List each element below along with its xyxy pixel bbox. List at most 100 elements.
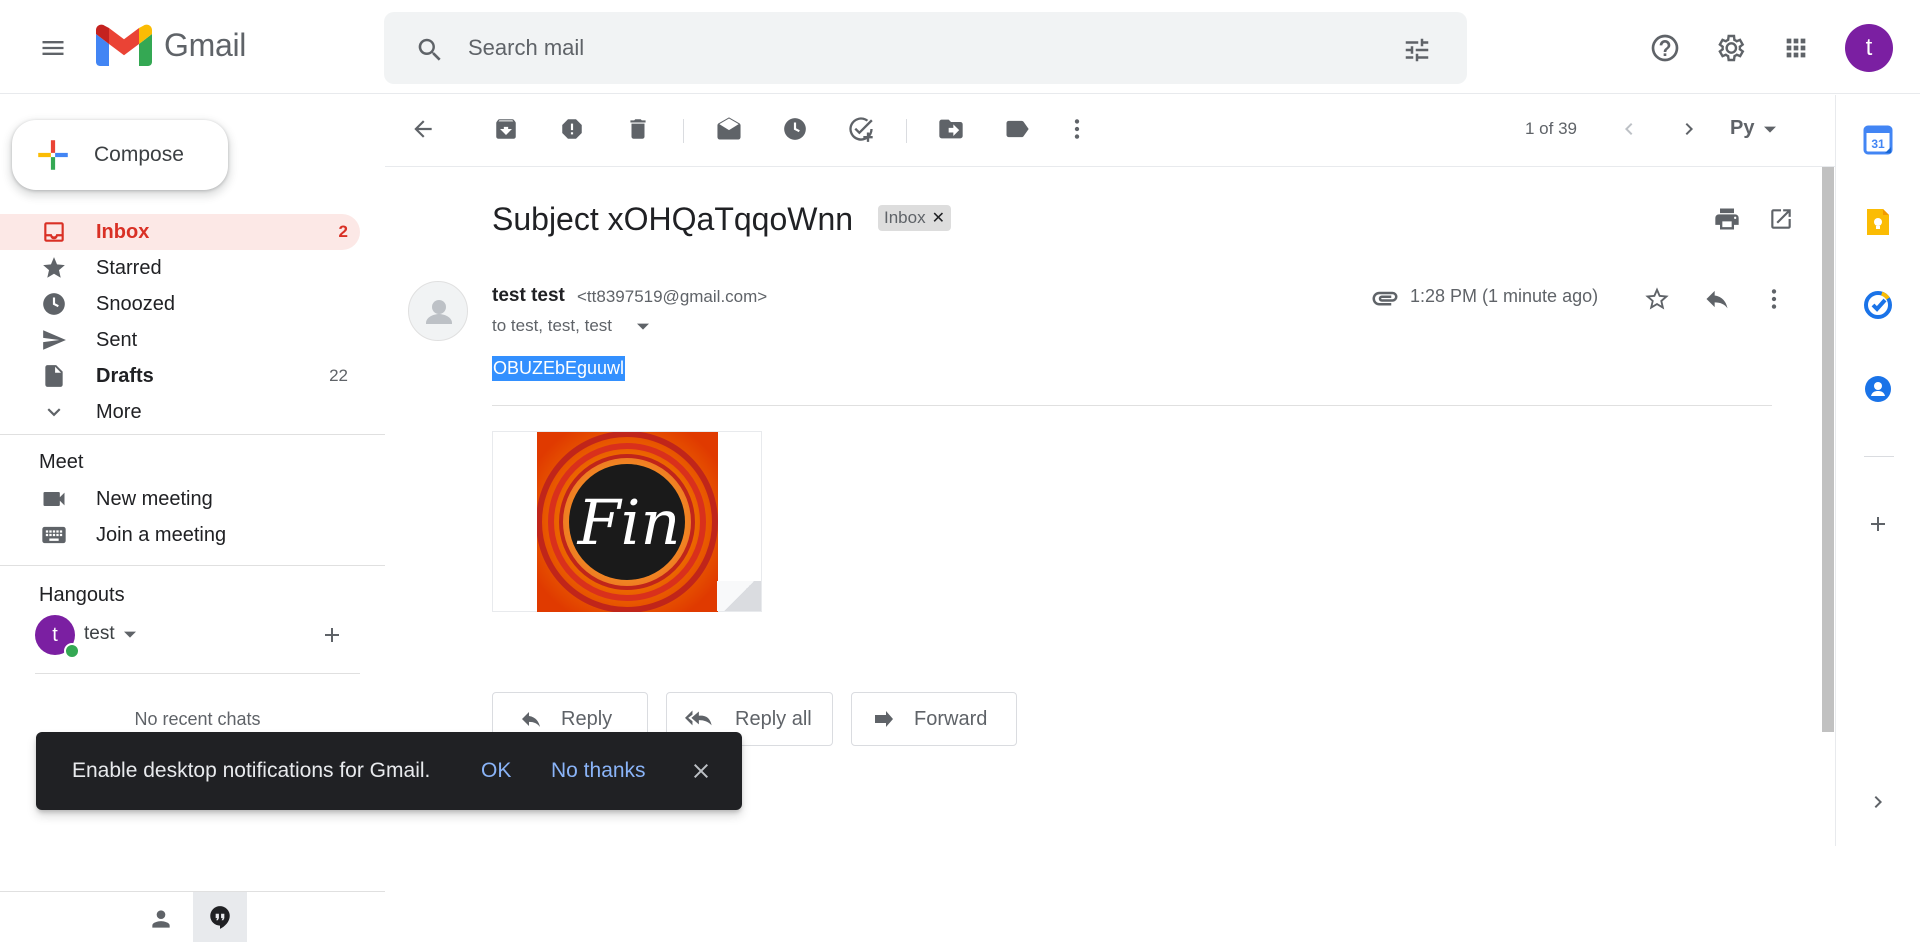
person-icon <box>426 300 452 324</box>
forward-button[interactable]: Forward <box>851 692 1017 746</box>
inbox-label-chip: Inbox ✕ <box>878 205 951 231</box>
divider <box>0 434 385 435</box>
hangouts-user-name[interactable]: test <box>84 623 115 645</box>
side-panel: 31 <box>1835 95 1920 846</box>
get-addons-button[interactable] <box>1860 506 1896 542</box>
account-avatar[interactable]: t <box>1845 24 1893 72</box>
back-button[interactable] <box>401 107 445 151</box>
labels-button[interactable] <box>995 107 1039 151</box>
compose-button[interactable]: Compose <box>12 120 228 190</box>
add-to-tasks-button[interactable] <box>839 107 883 151</box>
show-details-icon[interactable] <box>637 319 649 337</box>
settings-button[interactable] <box>1706 24 1754 72</box>
app-name: Gmail <box>164 26 247 63</box>
sidebar-item-starred[interactable]: Starred <box>0 250 360 286</box>
image-attachment[interactable]: Fin <box>492 431 762 613</box>
chevron-right-icon <box>1685 123 1693 135</box>
unread-count: 2 <box>338 222 348 241</box>
tasks-icon[interactable] <box>1860 287 1896 323</box>
reply-icon <box>1706 290 1728 309</box>
send-icon <box>40 326 68 354</box>
support-button[interactable] <box>1641 24 1689 72</box>
close-icon[interactable] <box>689 759 713 788</box>
sidebar-item-snoozed[interactable]: Snoozed <box>0 286 360 322</box>
calendar-icon[interactable]: 31 <box>1860 122 1896 158</box>
person-icon[interactable] <box>148 906 174 937</box>
remove-label-icon[interactable]: ✕ <box>932 208 945 228</box>
notification-snackbar: Enable desktop notifications for Gmail. … <box>36 732 742 810</box>
sidebar-item-more[interactable]: More <box>0 394 360 430</box>
search-input[interactable] <box>468 32 1368 64</box>
compose-label: Compose <box>94 143 184 166</box>
sender-avatar[interactable] <box>408 281 468 341</box>
video-camera-icon <box>43 492 65 506</box>
delete-button[interactable] <box>616 107 660 151</box>
search-icon <box>418 38 441 61</box>
scrollbar[interactable] <box>1820 167 1836 846</box>
new-conversation-button[interactable] <box>320 623 344 652</box>
trash-icon <box>630 119 646 139</box>
search-bar[interactable] <box>384 12 1467 84</box>
report-spam-button[interactable] <box>550 107 594 151</box>
caret-down-icon <box>1764 126 1777 133</box>
star-outline-icon <box>1645 287 1669 310</box>
mark-unread-icon <box>717 117 741 140</box>
archive-icon <box>496 119 516 139</box>
google-apps-button[interactable] <box>1772 24 1820 72</box>
chevron-left-icon <box>1625 123 1633 135</box>
page-indicator: 1 of 39 <box>1525 119 1577 138</box>
message-more-button[interactable] <box>1750 275 1798 323</box>
sidebar-item-inbox[interactable]: Inbox 2 <box>0 214 360 250</box>
show-side-panel-button[interactable] <box>1860 784 1896 820</box>
keep-icon[interactable] <box>1860 204 1896 240</box>
report-icon <box>562 119 582 139</box>
input-tools-label: Ру <box>1730 117 1755 139</box>
divider <box>1864 456 1894 457</box>
hangouts-icon[interactable] <box>193 892 247 942</box>
plus-icon <box>1871 517 1885 531</box>
more-vert-icon <box>1771 289 1777 309</box>
reply-icon-button[interactable] <box>1693 275 1741 323</box>
input-tools-button[interactable]: Ру <box>1730 117 1777 140</box>
tune-icon <box>1405 38 1429 62</box>
snooze-button[interactable] <box>773 107 817 151</box>
more-actions-button[interactable] <box>1055 107 1099 151</box>
star-button[interactable] <box>1633 275 1681 323</box>
print-icon <box>1715 208 1739 230</box>
forward-icon <box>872 707 896 731</box>
older-button[interactable] <box>1667 107 1711 151</box>
scrollbar-thumb[interactable] <box>1822 167 1834 732</box>
mark-unread-button[interactable] <box>707 107 751 151</box>
chat-bottom-bar <box>0 891 385 942</box>
clock-icon <box>784 118 806 140</box>
recipients-text: to test, test, test <box>492 316 612 335</box>
print-all-button[interactable] <box>1703 195 1751 243</box>
join-meeting-item[interactable]: Join a meeting <box>40 517 340 553</box>
snackbar-message: Enable desktop notifications for Gmail. <box>72 759 431 782</box>
archive-button[interactable] <box>484 107 528 151</box>
dismiss-notifications-button[interactable]: No thanks <box>551 759 646 783</box>
attachment-fold <box>717 581 761 611</box>
new-meeting-item[interactable]: New meeting <box>40 481 340 517</box>
search-options-button[interactable] <box>1393 26 1441 74</box>
sidebar-item-drafts[interactable]: Drafts 22 <box>0 358 360 394</box>
enable-notifications-button[interactable]: OK <box>481 759 511 783</box>
search-button[interactable] <box>406 26 454 74</box>
toolbar-separator <box>906 119 907 143</box>
newer-button[interactable] <box>1607 107 1651 151</box>
email-subject: Subject xOHQaTqqoWnn <box>492 201 854 237</box>
reply-all-icon <box>685 707 717 731</box>
divider <box>35 673 360 674</box>
hangouts-title: Hangouts <box>39 584 125 606</box>
main-menu-button[interactable] <box>29 24 77 72</box>
move-to-button[interactable] <box>929 107 973 151</box>
open-new-window-button[interactable] <box>1757 195 1805 243</box>
caret-down-icon[interactable] <box>124 627 136 645</box>
contacts-icon[interactable] <box>1860 371 1896 407</box>
chevron-down-icon <box>40 398 68 426</box>
message-time: 1:28 PM (1 minute ago) <box>1410 286 1599 306</box>
sender-name[interactable]: test test <box>492 285 565 307</box>
sidebar-item-sent[interactable]: Sent <box>0 322 360 358</box>
gmail-logo[interactable]: Gmail <box>96 24 246 66</box>
label-name: Inbox <box>884 208 926 227</box>
